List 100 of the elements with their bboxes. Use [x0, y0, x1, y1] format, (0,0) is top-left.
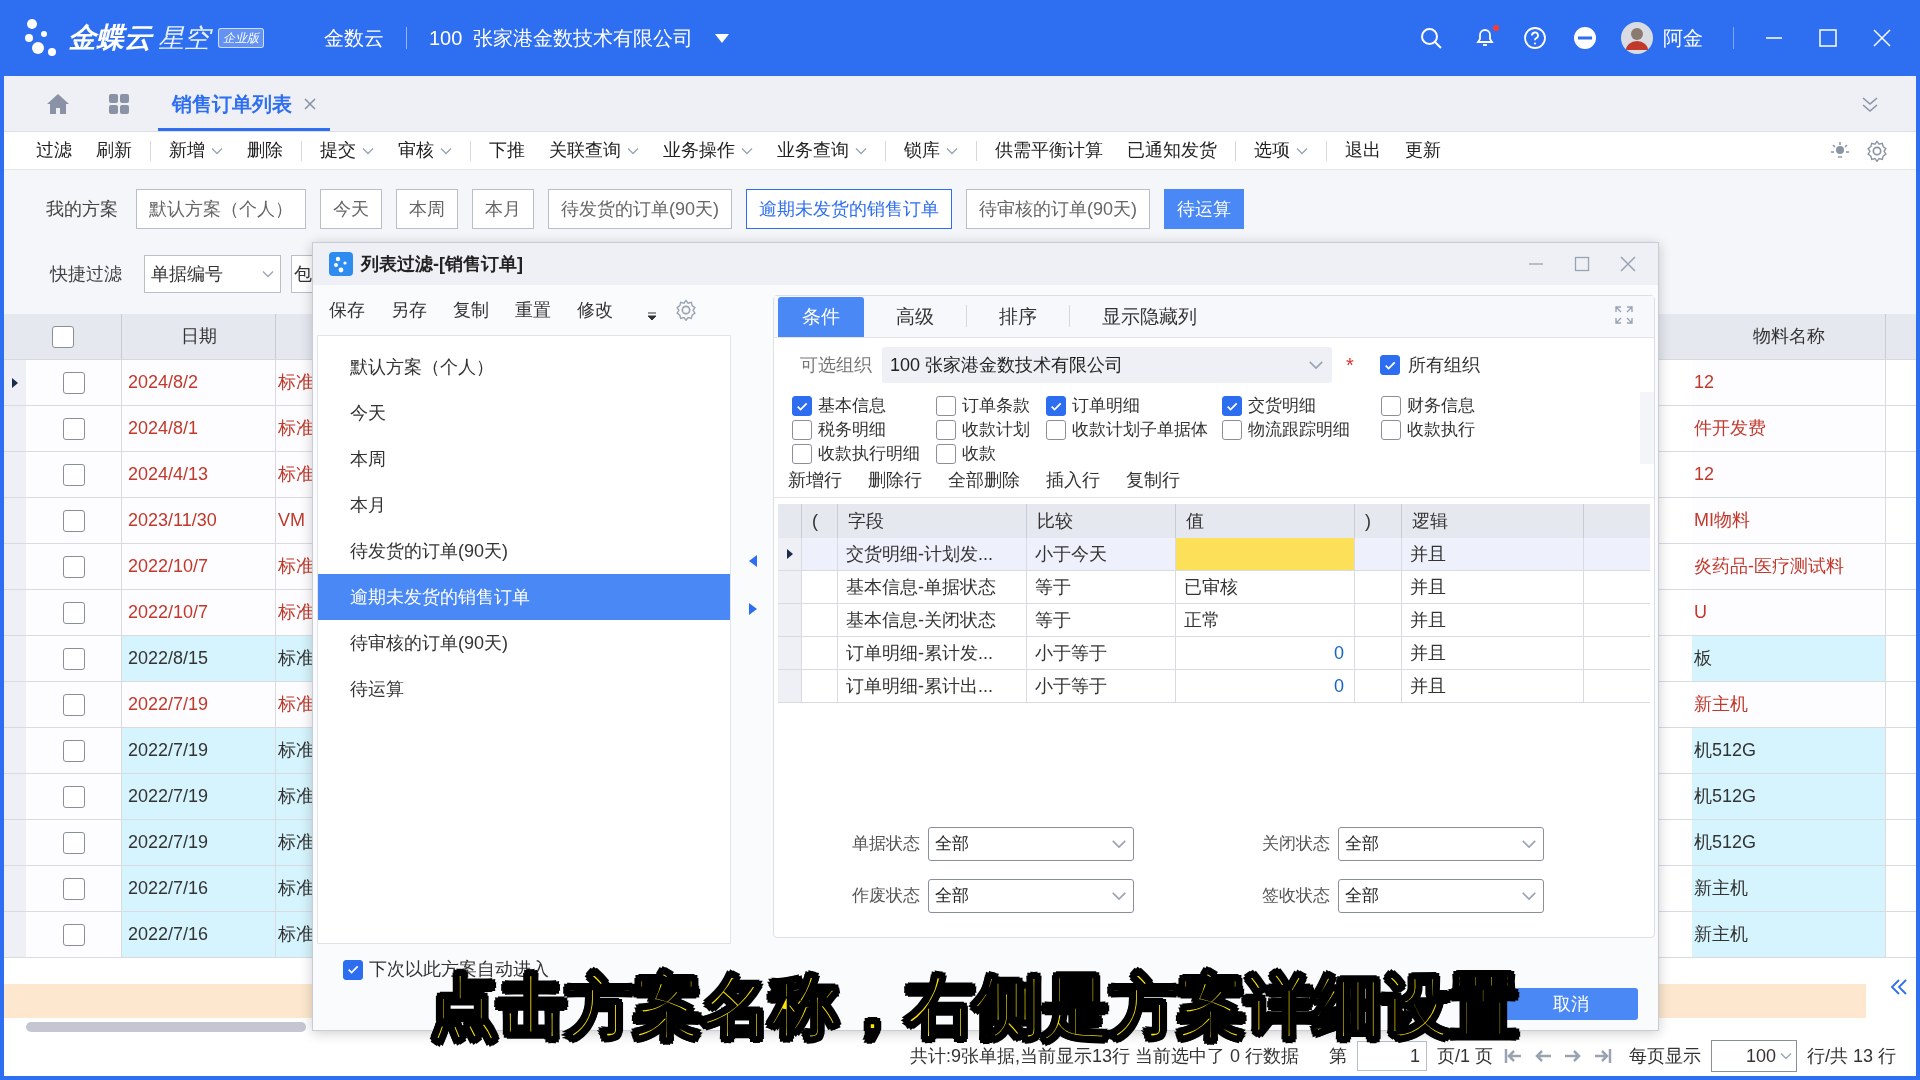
organization-select[interactable]: 100 张家港金数技术有限公司 — [882, 347, 1332, 383]
checkbox[interactable] — [62, 785, 85, 808]
scheme-button[interactable]: 今天 — [320, 189, 382, 229]
checkbox[interactable] — [62, 371, 85, 394]
status-select[interactable]: 全部 — [928, 827, 1134, 861]
organization-selector[interactable]: 100 张家港金数技术有限公司 — [429, 23, 694, 53]
checkbox[interactable] — [62, 831, 85, 854]
scheme-button[interactable]: 本月 — [472, 189, 534, 229]
checkbox[interactable] — [1046, 396, 1066, 416]
checkbox[interactable] — [51, 325, 74, 348]
tab[interactable]: 显示隐藏列 — [1078, 297, 1221, 337]
more-icon[interactable] — [647, 311, 657, 321]
toolbar-button[interactable]: 供需平衡计算 — [983, 137, 1115, 164]
user-name[interactable]: 阿金 — [1663, 23, 1703, 53]
toolbar-button[interactable]: 下推 — [477, 137, 537, 164]
checkbox[interactable] — [62, 877, 85, 900]
scheme-list-item[interactable]: 默认方案（个人） — [318, 344, 730, 390]
checkbox[interactable] — [62, 417, 85, 440]
scheme-list-item[interactable]: 本周 — [318, 436, 730, 482]
collapse-left-icon[interactable] — [749, 555, 757, 567]
checkbox[interactable] — [62, 647, 85, 670]
dropdown-icon[interactable] — [715, 33, 730, 43]
scheme-action-button[interactable]: 另存 — [391, 296, 427, 324]
scheme-button[interactable]: 待发货的订单(90天) — [548, 189, 732, 229]
scheme-action-button[interactable]: 修改 — [577, 296, 613, 324]
fullscreen-icon[interactable] — [1614, 305, 1634, 325]
tab[interactable]: 高级 — [872, 297, 958, 337]
condition-row[interactable]: 订单明细-累计出... 小于等于 0 并且 — [778, 670, 1650, 703]
toolbar-button[interactable]: 关联查询 — [537, 137, 651, 164]
checkbox[interactable] — [62, 601, 85, 624]
search-icon[interactable] — [1419, 26, 1443, 50]
checkbox[interactable] — [1381, 420, 1401, 440]
scheme-list-item[interactable]: 待运算 — [318, 666, 730, 712]
status-select[interactable]: 全部 — [928, 879, 1134, 913]
first-page-icon[interactable] — [1502, 1046, 1523, 1066]
toolbar-button[interactable]: 退出 — [1333, 137, 1393, 164]
checkbox[interactable] — [792, 420, 812, 440]
checkbox[interactable] — [62, 463, 85, 486]
page-input[interactable]: 1 — [1356, 1041, 1427, 1071]
condition-row[interactable]: 订单明细-累计发... 小于等于 0 并且 — [778, 637, 1650, 670]
maximize-icon[interactable] — [1574, 256, 1590, 272]
toolbar-button[interactable]: 刷新 — [84, 137, 144, 164]
checkbox[interactable] — [936, 444, 956, 464]
scrollbar[interactable] — [26, 1022, 306, 1032]
scheme-button[interactable]: 待审核的订单(90天) — [966, 189, 1151, 229]
checkbox[interactable] — [62, 693, 85, 716]
scheme-action-button[interactable]: 重置 — [515, 296, 551, 324]
toolbar-button[interactable]: 审核 — [386, 137, 464, 164]
scheme-action-button[interactable]: 复制 — [453, 296, 489, 324]
toolbar-button[interactable]: 过滤 — [24, 137, 84, 164]
settings-icon[interactable] — [675, 299, 697, 321]
home-icon[interactable] — [46, 93, 70, 115]
row-action-button[interactable]: 全部删除 — [948, 467, 1020, 494]
page-size-select[interactable]: 100 — [1710, 1040, 1797, 1072]
scheme-list-item[interactable]: 本月 — [318, 482, 730, 528]
checkbox[interactable] — [1379, 355, 1400, 375]
scheme-list-item[interactable]: 待审核的订单(90天) — [318, 620, 730, 666]
toolbar-button[interactable]: 业务查询 — [765, 137, 879, 164]
row-action-button[interactable]: 插入行 — [1046, 467, 1100, 494]
apps-icon[interactable] — [108, 93, 130, 115]
toolbar-button[interactable]: 提交 — [308, 137, 386, 164]
status-icon[interactable] — [1573, 26, 1597, 50]
status-select[interactable]: 全部 — [1338, 827, 1544, 861]
row-action-button[interactable]: 删除行 — [868, 467, 922, 494]
toolbar-button[interactable]: 新增 — [157, 137, 235, 164]
last-page-icon[interactable] — [1592, 1046, 1613, 1066]
toolbar-button[interactable]: 已通知发货 — [1115, 137, 1229, 164]
row-action-button[interactable]: 新增行 — [788, 467, 842, 494]
cloud-name[interactable]: 金数云 — [324, 23, 384, 53]
column-header[interactable]: 物料名称 — [1692, 314, 1886, 359]
bulb-icon[interactable] — [1830, 140, 1850, 161]
status-select[interactable]: 全部 — [1338, 879, 1544, 913]
row-header[interactable] — [778, 538, 802, 570]
scheme-button[interactable]: 逾期未发货的销售订单 — [746, 189, 952, 229]
close-icon[interactable] — [304, 97, 316, 110]
avatar[interactable] — [1621, 22, 1653, 54]
checkbox[interactable] — [62, 509, 85, 532]
checkbox[interactable] — [936, 396, 956, 416]
scheme-button[interactable]: 本周 — [396, 189, 458, 229]
help-icon[interactable] — [1523, 26, 1547, 50]
condition-row[interactable]: 基本信息-关闭状态 等于 正常 并且 — [778, 604, 1650, 637]
toolbar-button[interactable]: 删除 — [235, 137, 295, 164]
scheme-list-item[interactable]: 待发货的订单(90天) — [318, 528, 730, 574]
checkbox[interactable] — [936, 420, 956, 440]
input-field[interactable] — [1176, 538, 1355, 570]
row-action-button[interactable]: 复制行 — [1126, 467, 1180, 494]
scrollbar[interactable] — [1640, 392, 1654, 464]
tab[interactable]: 排序 — [975, 297, 1061, 337]
checkbox[interactable] — [1381, 396, 1401, 416]
expand-right-icon[interactable] — [749, 603, 757, 615]
scheme-list-item[interactable]: 今天 — [318, 390, 730, 436]
row-header[interactable] — [4, 360, 26, 405]
checkbox[interactable] — [62, 739, 85, 762]
settings-icon[interactable] — [1866, 139, 1888, 162]
filter-field-select[interactable]: 单据编号 — [144, 255, 281, 293]
checkbox[interactable] — [62, 555, 85, 578]
checkbox[interactable] — [792, 444, 812, 464]
scheme-action-button[interactable]: 保存 — [329, 296, 365, 324]
checkbox[interactable] — [1222, 420, 1242, 440]
toolbar-button[interactable]: 更新 — [1393, 137, 1453, 164]
